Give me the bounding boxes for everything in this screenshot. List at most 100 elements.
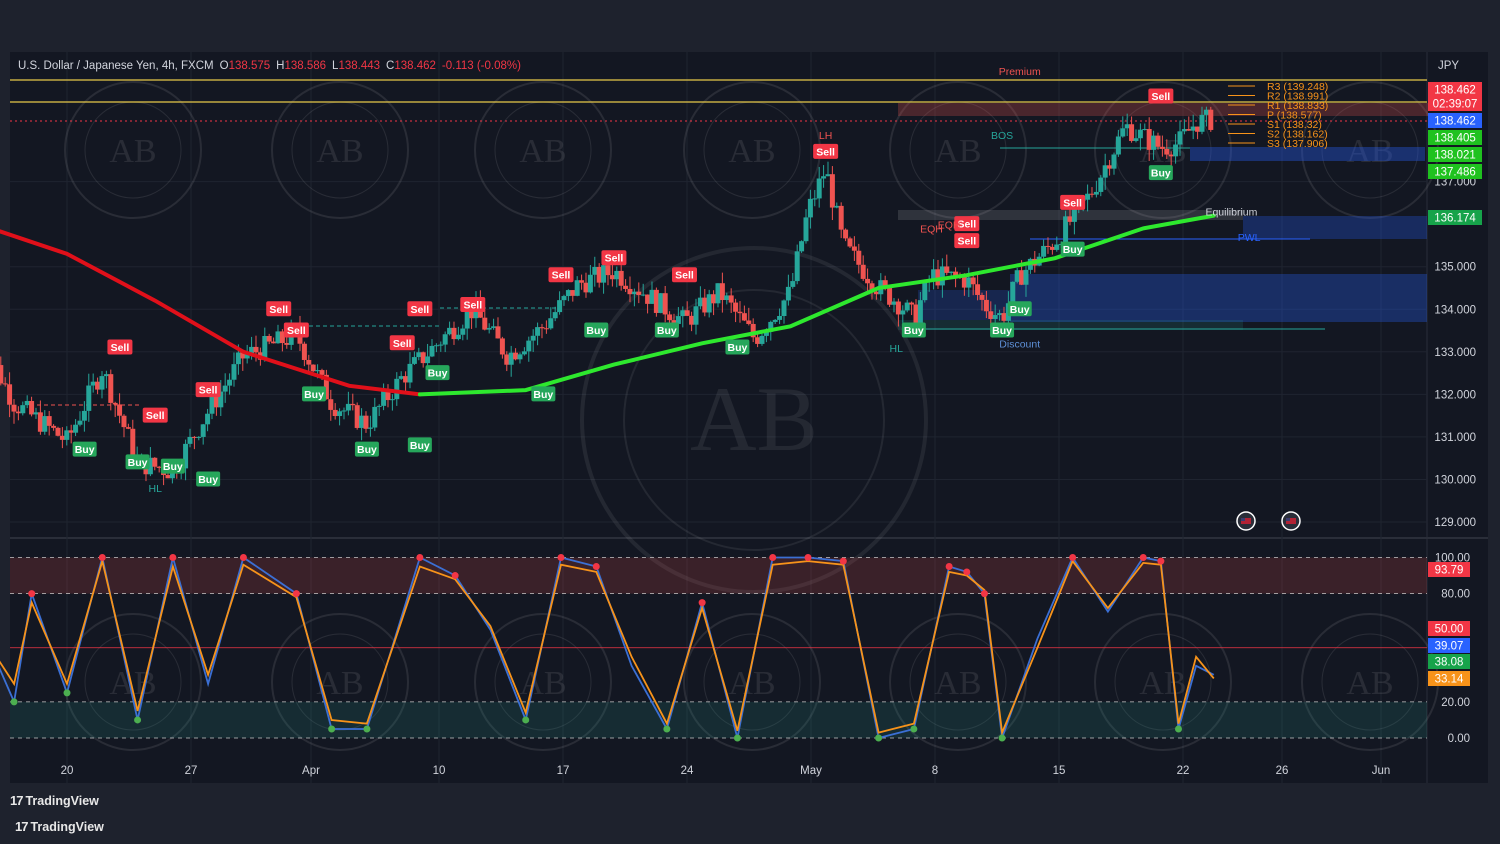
buy-signal[interactable]: Buy xyxy=(354,441,379,457)
ohlc-close: C138.462 xyxy=(386,60,436,72)
candle-body xyxy=(235,352,241,365)
candle-body xyxy=(755,337,761,344)
buy-signal[interactable]: Buy xyxy=(1060,241,1085,257)
candle-body xyxy=(535,327,541,336)
buy-signal[interactable]: Buy xyxy=(1148,165,1173,181)
candle-body xyxy=(1102,165,1108,178)
crossover-dot xyxy=(963,568,971,576)
buy-signal[interactable]: Buy xyxy=(725,339,750,355)
candle-body xyxy=(29,400,35,415)
candle-body xyxy=(733,302,739,312)
candle-body xyxy=(909,302,915,305)
buy-signal[interactable]: Buy xyxy=(425,365,450,381)
buy-signal[interactable]: Buy xyxy=(584,322,609,338)
signal-text: Sell xyxy=(199,385,218,397)
buy-signal[interactable]: Buy xyxy=(72,441,97,457)
tradingview-brand[interactable]: 17 TradingView xyxy=(10,793,99,808)
y-tick-label: 134.000 xyxy=(1434,304,1476,316)
candle-body xyxy=(1063,216,1069,245)
candle-body xyxy=(834,205,840,208)
buy-signal[interactable]: Buy xyxy=(1007,301,1032,317)
candle-body xyxy=(539,327,545,329)
candle-body xyxy=(1111,154,1117,169)
sell-signal[interactable]: Sell xyxy=(389,335,415,351)
buy-signal[interactable]: Buy xyxy=(302,386,326,402)
candle-body xyxy=(504,354,510,365)
candle-body xyxy=(381,391,387,406)
candle-body xyxy=(887,286,893,305)
candle-body xyxy=(7,384,13,405)
sell-signal[interactable]: Sell xyxy=(195,382,221,398)
sell-signal[interactable]: Sell xyxy=(266,301,292,317)
signal-text: Buy xyxy=(75,444,95,456)
watermark-mark: AB xyxy=(728,665,775,702)
sell-signal[interactable]: Sell xyxy=(672,267,697,283)
currency-label[interactable]: JPY xyxy=(1438,60,1459,72)
price-tag-text: 138.462 xyxy=(1434,85,1476,97)
candle-body xyxy=(649,289,655,304)
buy-signal[interactable]: Buy xyxy=(196,471,221,487)
candle-body xyxy=(103,374,109,377)
signal-text: Buy xyxy=(586,325,606,337)
sell-signal[interactable]: Sell xyxy=(407,301,433,317)
candle-body xyxy=(627,288,633,295)
buy-signal[interactable]: Buy xyxy=(160,458,185,474)
candle-body xyxy=(557,300,563,313)
candle-body xyxy=(658,293,664,313)
candle-body xyxy=(394,378,400,400)
chart-canvas[interactable]: ABABABABABABABABABABABABABABABR3 (139.24… xyxy=(0,0,1500,844)
candle-body xyxy=(922,281,928,301)
signal-text: Sell xyxy=(675,270,694,282)
candle-body xyxy=(975,284,981,295)
buy-signal[interactable]: Buy xyxy=(531,386,556,402)
tradingview-logo-icon: 17 xyxy=(15,819,29,834)
buy-signal[interactable]: Buy xyxy=(990,322,1015,338)
candle-body xyxy=(1146,129,1152,150)
sell-signal[interactable]: Sell xyxy=(1148,88,1174,104)
candle-body xyxy=(37,412,43,432)
sell-signal[interactable]: Sell xyxy=(601,250,627,266)
sell-signal[interactable]: Sell xyxy=(1060,194,1086,210)
crossover-dot xyxy=(134,716,142,724)
candle-body xyxy=(345,403,351,411)
us-flag-icon xyxy=(1241,518,1245,521)
candle-body xyxy=(693,306,699,325)
candle-body xyxy=(618,270,624,286)
candle-body xyxy=(1133,138,1139,141)
sell-signal[interactable]: Sell xyxy=(460,296,486,312)
crossover-dot xyxy=(328,725,336,733)
tradingview-brand[interactable]: 17 TradingView xyxy=(15,819,104,834)
signal-text: Buy xyxy=(163,461,183,473)
candle-body xyxy=(728,295,734,303)
candle-body xyxy=(746,320,752,324)
sell-signal[interactable]: Sell xyxy=(107,339,133,355)
candle-body xyxy=(891,301,897,305)
candle-body xyxy=(1164,148,1170,155)
candle-body xyxy=(1177,131,1183,145)
candle-body xyxy=(741,313,747,321)
candle-body xyxy=(420,352,426,364)
candle-body xyxy=(1203,109,1209,115)
candle-body xyxy=(24,400,30,406)
buy-signal[interactable]: Buy xyxy=(125,454,150,470)
sell-signal[interactable]: Sell xyxy=(813,143,839,159)
candle-body xyxy=(81,410,87,421)
sell-signal[interactable]: Sell xyxy=(142,407,168,423)
buy-signal[interactable]: Buy xyxy=(654,322,679,338)
buy-signal[interactable]: Buy xyxy=(901,322,926,338)
buy-signal[interactable]: Buy xyxy=(407,437,432,453)
x-tick-label: 10 xyxy=(433,765,446,777)
structure-label: HL xyxy=(889,343,903,355)
candle-body xyxy=(1001,313,1007,321)
sell-signal[interactable]: Sell xyxy=(548,267,574,283)
candle-body xyxy=(895,301,901,315)
candle-body xyxy=(565,290,571,297)
candle-body xyxy=(337,411,343,417)
candle-body xyxy=(640,294,646,296)
candle-body xyxy=(1120,128,1126,137)
candle-body xyxy=(332,409,338,417)
sell-signal[interactable]: Sell xyxy=(954,233,980,249)
signal-text: Buy xyxy=(128,457,148,469)
candle-body xyxy=(711,294,717,304)
sell-signal[interactable]: Sell xyxy=(283,322,309,338)
